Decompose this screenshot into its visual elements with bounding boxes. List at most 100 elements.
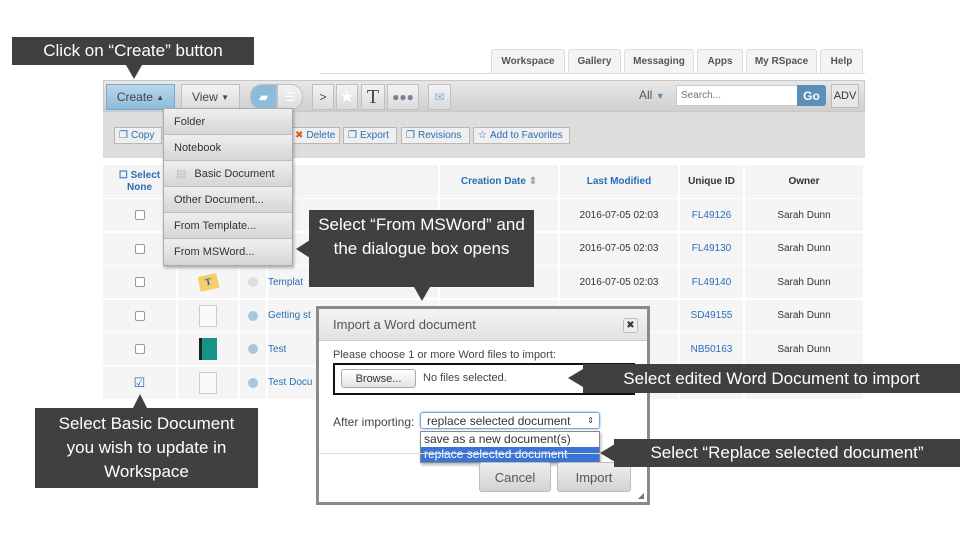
notebook-icon bbox=[199, 338, 217, 360]
row-unique-id-link[interactable]: FL49140 bbox=[680, 266, 743, 298]
menu-item-basic-document[interactable]: ▤ Basic Document bbox=[164, 161, 292, 187]
select-label: ☐ Select bbox=[118, 169, 161, 181]
menu-item-from-template[interactable]: From Template... bbox=[164, 213, 292, 239]
row-checkbox[interactable] bbox=[103, 333, 176, 365]
dialog-divider bbox=[319, 453, 647, 454]
checkbox-icon bbox=[134, 210, 145, 220]
row-unique-id-link[interactable]: FL49126 bbox=[680, 199, 743, 231]
group-icon[interactable]: ●●● bbox=[387, 84, 419, 110]
mail-icon[interactable]: ✉ bbox=[428, 84, 451, 110]
row-owner: Sarah Dunn bbox=[745, 299, 863, 332]
star-outline-icon: ☆ bbox=[478, 130, 487, 141]
star-icon[interactable]: ★ bbox=[336, 84, 358, 110]
folder-view-icon[interactable]: ▰ bbox=[250, 84, 277, 110]
view-label: View bbox=[191, 90, 218, 104]
callout-msword: Select “From MSWord” and the dialogue bo… bbox=[309, 210, 534, 287]
create-label: Create bbox=[116, 90, 153, 104]
callout-pointer bbox=[126, 65, 142, 79]
add-to-favorites-button[interactable]: ☆ Add to Favorites bbox=[473, 127, 570, 144]
tab-workspace[interactable]: Workspace bbox=[491, 49, 565, 73]
caret-down-icon: ▼ bbox=[221, 92, 230, 102]
creation-date-header[interactable]: Creation Date ⇕ bbox=[440, 165, 558, 198]
delete-button[interactable]: ✖ Delete bbox=[290, 127, 340, 144]
menu-item-notebook[interactable]: Notebook bbox=[164, 135, 292, 161]
no-files-label: No files selected. bbox=[423, 372, 507, 384]
callout-edited-document: Select edited Word Document to import bbox=[583, 364, 960, 393]
search-input[interactable] bbox=[676, 85, 798, 106]
advanced-search-button[interactable]: ADV bbox=[831, 84, 859, 108]
callout-pointer bbox=[600, 444, 615, 462]
row-owner: Sarah Dunn bbox=[745, 232, 863, 265]
option-save-new[interactable]: save as a new document(s) bbox=[421, 432, 599, 447]
checkbox-icon bbox=[134, 310, 145, 321]
row-unique-id-link[interactable]: SD49155 bbox=[680, 299, 743, 332]
list-view-icon[interactable]: ☰ bbox=[277, 84, 303, 110]
checkbox-icon bbox=[134, 277, 145, 287]
row-last-modified: 2016-07-05 02:03 bbox=[560, 266, 678, 298]
selected-option: replace selected document bbox=[427, 413, 571, 428]
tab-divider bbox=[320, 73, 865, 74]
row-owner: Sarah Dunn bbox=[745, 333, 863, 365]
filter-dropdown[interactable]: All ▼ bbox=[639, 88, 665, 102]
select-arrows-icon: ⇕ bbox=[587, 416, 594, 425]
owner-header: Owner bbox=[745, 165, 863, 198]
browse-button[interactable]: Browse... bbox=[341, 369, 416, 388]
caret-up-icon: ▲ bbox=[156, 92, 165, 102]
share-icon[interactable]: > bbox=[312, 84, 334, 110]
after-importing-select[interactable]: replace selected document ⇕ bbox=[420, 412, 600, 429]
tab-help[interactable]: Help bbox=[820, 49, 863, 73]
callout-pointer bbox=[568, 369, 583, 387]
sort-icon: ⇕ bbox=[528, 176, 538, 187]
resize-handle-icon[interactable]: ◢ bbox=[638, 491, 644, 500]
tab-my-rspace[interactable]: My RSpace bbox=[746, 49, 817, 73]
revisions-icon: ❐ bbox=[406, 130, 415, 141]
tab-messaging[interactable]: Messaging bbox=[624, 49, 694, 73]
row-last-modified: 2016-07-05 02:03 bbox=[560, 232, 678, 265]
create-menu: Folder Notebook ▤ Basic Document Other Do… bbox=[163, 108, 293, 266]
document-icon bbox=[199, 371, 217, 394]
row-unique-id-link[interactable]: NB50163 bbox=[680, 333, 743, 365]
unique-id-header: Unique ID bbox=[680, 165, 743, 198]
row-checkbox[interactable] bbox=[103, 266, 176, 298]
row-status bbox=[240, 299, 266, 332]
template-icon: T bbox=[197, 272, 219, 292]
copy-button[interactable]: ❐ Copy bbox=[114, 127, 162, 144]
row-owner: Sarah Dunn bbox=[745, 199, 863, 231]
dialog-prompt: Please choose 1 or more Word files to im… bbox=[333, 349, 556, 361]
delete-label: Delete bbox=[306, 130, 336, 141]
status-dot-icon bbox=[248, 377, 258, 388]
copy-icon: ❐ bbox=[119, 130, 128, 141]
revisions-button[interactable]: ❐ Revisions bbox=[401, 127, 470, 144]
last-modified-header[interactable]: Last Modified bbox=[560, 165, 678, 198]
dialog-title: Import a Word document bbox=[319, 309, 647, 341]
menu-item-other-document[interactable]: Other Document... bbox=[164, 187, 292, 213]
close-icon[interactable]: ✖ bbox=[623, 318, 638, 333]
option-replace[interactable]: replace selected document bbox=[421, 447, 599, 462]
view-button[interactable]: View ▼ bbox=[181, 84, 240, 110]
copy-label: Copy bbox=[130, 130, 155, 141]
callout-create: Click on “Create” button bbox=[12, 37, 254, 65]
checkbox-icon bbox=[134, 344, 145, 354]
tab-apps[interactable]: Apps bbox=[697, 49, 743, 73]
callout-replace: Select “Replace selected document” bbox=[614, 439, 960, 467]
row-unique-id-link[interactable]: FL49130 bbox=[680, 232, 743, 265]
tab-gallery[interactable]: Gallery bbox=[568, 49, 621, 73]
row-status bbox=[240, 266, 266, 298]
create-button[interactable]: Create ▲ bbox=[106, 84, 175, 110]
export-button[interactable]: ❐ Export bbox=[343, 127, 397, 144]
favorites-label: Add to Favorites bbox=[489, 130, 563, 141]
cancel-button[interactable]: Cancel bbox=[479, 462, 551, 492]
row-last-modified: 2016-07-05 02:03 bbox=[560, 199, 678, 231]
basic-document-label: Basic Document bbox=[194, 167, 275, 180]
go-button[interactable]: Go bbox=[797, 85, 826, 106]
callout-basic-document: Select Basic Document you wish to update… bbox=[35, 408, 258, 488]
row-owner: Sarah Dunn bbox=[745, 266, 863, 298]
menu-item-folder[interactable]: Folder bbox=[164, 109, 292, 135]
document-icon: ▤ bbox=[176, 168, 187, 180]
none-label: None bbox=[127, 181, 152, 193]
row-checkbox[interactable] bbox=[103, 299, 176, 332]
export-label: Export bbox=[359, 130, 389, 141]
text-icon[interactable]: T bbox=[361, 84, 385, 110]
status-dot-icon bbox=[248, 310, 258, 321]
menu-item-from-msword[interactable]: From MSWord... bbox=[164, 239, 292, 265]
